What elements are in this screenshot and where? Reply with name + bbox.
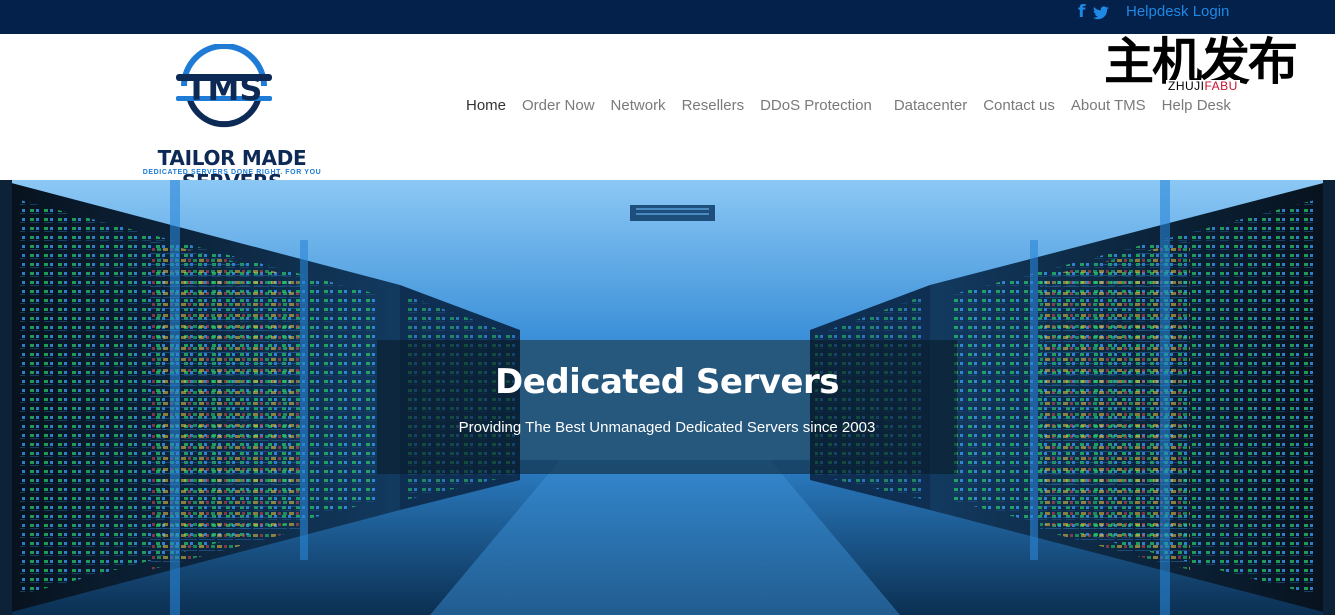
hero-caption: Dedicated Servers Providing The Best Unm… [377, 340, 957, 474]
nav-item-help-desk[interactable]: Help Desk [1162, 97, 1231, 114]
logo-monogram: TMS [186, 70, 263, 108]
hero-banner: Dedicated Servers Providing The Best Unm… [0, 180, 1335, 615]
brand-tagline: DEDICATED SERVERS DONE RIGHT. FOR YOU [142, 169, 322, 176]
nav-item-datacenter[interactable]: Datacenter [894, 97, 967, 114]
tms-logo-mark: TMS [176, 44, 272, 128]
social-links: f [1078, 3, 1110, 21]
nav-item-about-tms[interactable]: About TMS [1071, 97, 1146, 114]
watermark: 主机发布 ZHUJIFABU [1104, 34, 1309, 93]
top-bar: f Helpdesk Login [0, 0, 1335, 34]
nav-item-resellers[interactable]: Resellers [682, 97, 745, 114]
hero-subtitle: Providing The Best Unmanaged Dedicated S… [458, 419, 876, 436]
hero-title: Dedicated Servers [495, 362, 839, 402]
site-header: TMS TAILOR MADE SERVERS DEDICATED SERVER… [0, 34, 1335, 194]
nav-item-network[interactable]: Network [611, 97, 666, 114]
main-nav: Home Order Now Network Resellers DDoS Pr… [466, 97, 1247, 114]
nav-item-home[interactable]: Home [466, 97, 506, 114]
twitter-icon[interactable] [1093, 6, 1110, 20]
nav-item-order-now[interactable]: Order Now [522, 97, 595, 114]
helpdesk-login-link[interactable]: Helpdesk Login [1126, 3, 1229, 21]
watermark-pinyin: ZHUJIFABU [1166, 79, 1240, 93]
site-logo[interactable]: TMS TAILOR MADE SERVERS DEDICATED SERVER… [112, 44, 352, 194]
facebook-icon[interactable]: f [1078, 3, 1085, 21]
nav-item-contact-us[interactable]: Contact us [983, 97, 1055, 114]
nav-item-ddos-protection[interactable]: DDoS Protection [760, 97, 872, 114]
